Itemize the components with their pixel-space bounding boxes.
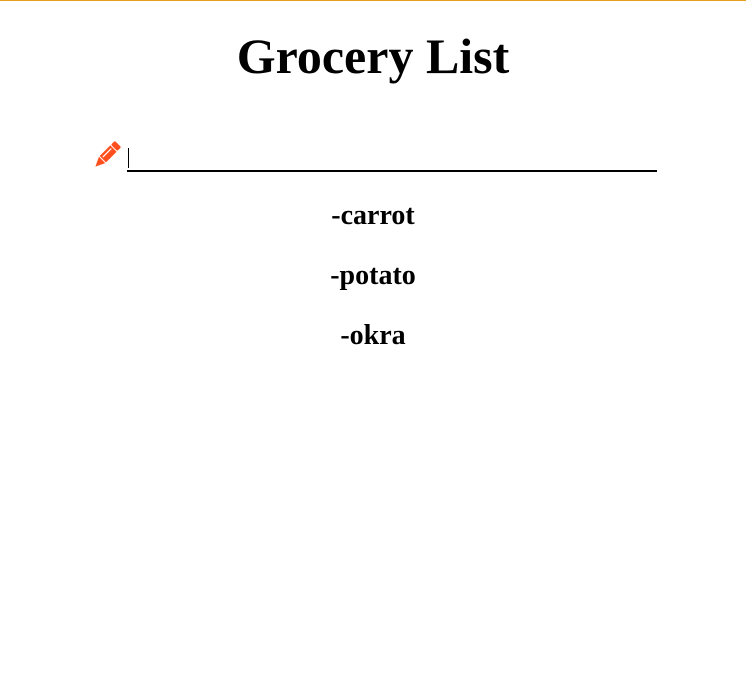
list-item[interactable]: -carrot [0,196,746,256]
grocery-list: -carrot -potato -okra [0,196,746,376]
text-cursor [128,148,129,168]
add-item-input[interactable] [127,146,657,172]
list-item[interactable]: -potato [0,256,746,316]
top-border [0,0,746,1]
pencil-icon [90,138,126,174]
page-title: Grocery List [236,28,510,84]
pencil-icon-graphic [95,141,121,167]
list-item[interactable]: -okra [0,316,746,376]
add-item-row [90,138,660,174]
